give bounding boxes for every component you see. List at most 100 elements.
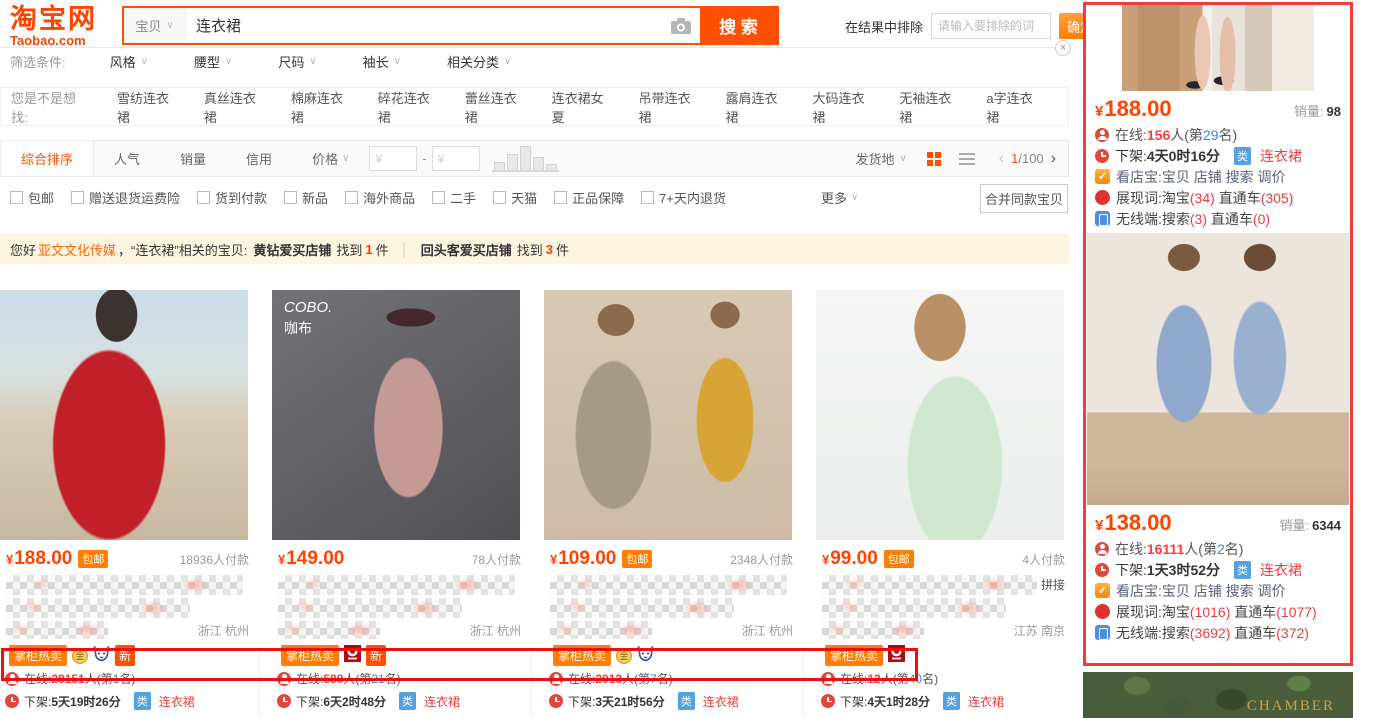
category-link[interactable]: 连衣裙: [424, 693, 460, 710]
category-link[interactable]: 连衣裙: [703, 693, 739, 710]
suggestion-link[interactable]: 真丝连衣裙: [204, 88, 263, 126]
free-shipping-badge: 包邮: [884, 550, 914, 568]
currency-symbol: ¥: [1095, 517, 1103, 534]
shop-name-link[interactable]: 亚文文化传媒: [38, 240, 116, 259]
filter-size[interactable]: 尺码∨: [278, 52, 316, 71]
sort-credit[interactable]: 信用: [226, 141, 292, 176]
checkbox[interactable]: [432, 191, 445, 204]
category-link[interactable]: 连衣裙: [1260, 560, 1302, 580]
search-button[interactable]: 搜 索: [700, 8, 777, 43]
price-range-dash: -: [422, 151, 426, 166]
close-icon[interactable]: ×: [1055, 40, 1071, 56]
censored-title: [278, 598, 462, 618]
suggestion-link[interactable]: a字连衣裙: [986, 88, 1040, 126]
checkbox[interactable]: [10, 191, 23, 204]
option-free-shipping[interactable]: 包邮: [10, 188, 54, 207]
sort-price[interactable]: 价格∨: [292, 141, 369, 176]
checkbox[interactable]: [554, 191, 567, 204]
search-input[interactable]: [186, 8, 662, 43]
checkbox[interactable]: [197, 191, 210, 204]
suggestion-link[interactable]: 雪纺连衣裙: [117, 88, 176, 126]
suggestion-link[interactable]: 无袖连衣裙: [899, 88, 958, 126]
suggestion-link[interactable]: 碎花连衣裙: [378, 88, 437, 126]
suggestion-row: 您是不是想找: 雪纺连衣裙 真丝连衣裙 棉麻连衣裙 碎花连衣裙 蕾丝连衣裙 连衣…: [0, 87, 1069, 126]
checkbox[interactable]: [284, 191, 297, 204]
option-new[interactable]: 新品: [284, 188, 328, 207]
checkbox[interactable]: [641, 191, 654, 204]
suggestion-link[interactable]: 露肩连衣裙: [726, 88, 785, 126]
censored-title: [822, 598, 1006, 618]
taobao-logo[interactable]: 淘宝网 Taobao.com: [10, 5, 120, 48]
notice-mid: ，“连衣裙”相关的宝贝:: [118, 240, 247, 259]
chevron-down-icon: ∨: [899, 153, 906, 164]
suggestion-link[interactable]: 蕾丝连衣裙: [465, 88, 524, 126]
category-link[interactable]: 连衣裙: [159, 693, 195, 710]
filter-sleeve[interactable]: 袖长∨: [363, 52, 401, 71]
hot-sale-badge[interactable]: 掌柜热卖: [825, 645, 883, 666]
vip-shop-label[interactable]: 黄钻爱买店铺: [253, 240, 331, 259]
option-return-insurance[interactable]: 赠送退货运费险: [71, 188, 180, 207]
mobile-icon: [1095, 211, 1110, 226]
chevron-down-icon: ∨: [225, 56, 232, 67]
category-link[interactable]: 连衣裙: [968, 693, 1004, 710]
next-page-icon[interactable]: ›: [1051, 150, 1056, 168]
suggestion-link[interactable]: 连衣裙女夏: [552, 88, 611, 126]
option-secondhand[interactable]: 二手: [432, 188, 476, 207]
product-image[interactable]: COBO.咖布: [272, 290, 520, 540]
checkbox[interactable]: [493, 191, 506, 204]
offshelf-row: 下架:4天0时16分 类 连衣裙: [1086, 145, 1350, 166]
option-cod[interactable]: 货到付款: [197, 188, 267, 207]
hot-sale-badge[interactable]: 掌柜热卖: [281, 645, 339, 666]
sort-popularity[interactable]: 人气: [94, 141, 160, 176]
option-authentic[interactable]: 正品保障: [554, 188, 624, 207]
merge-same-items-button[interactable]: 合并同款宝贝: [980, 184, 1068, 213]
notice-unit2: 件: [556, 240, 569, 259]
new-badge: 新: [366, 645, 386, 666]
online-count: 2013: [595, 672, 622, 686]
kandianbao-links[interactable]: 看店宝:宝贝 店铺 搜索 调价: [1116, 167, 1286, 187]
suggestion-link[interactable]: 吊带连衣裙: [639, 88, 698, 126]
price-min-input[interactable]: ¥: [369, 146, 417, 171]
price-max-input[interactable]: ¥: [432, 146, 480, 171]
censored-title: [6, 598, 190, 618]
buyer-count: 2348人付款: [730, 551, 793, 568]
product-image[interactable]: [544, 290, 792, 540]
kandianbao-links[interactable]: 看店宝:宝贝 店铺 搜索 调价: [1116, 581, 1286, 601]
list-view-icon[interactable]: [959, 153, 975, 155]
sidebar-product-image[interactable]: [1087, 233, 1349, 505]
filter-related-category[interactable]: 相关分类∨: [447, 52, 511, 71]
filter-style[interactable]: 风格∨: [110, 52, 148, 71]
suggestion-link[interactable]: 大码连衣裙: [812, 88, 871, 126]
sidebar-product-image[interactable]: [1122, 5, 1314, 91]
product-image[interactable]: [0, 290, 248, 540]
hot-sale-badge[interactable]: 掌柜热卖: [9, 645, 67, 666]
exclude-input[interactable]: [931, 13, 1051, 39]
censored-seller: [822, 621, 924, 639]
camera-search-icon[interactable]: [662, 8, 700, 43]
checkbox[interactable]: [345, 191, 358, 204]
checkbox[interactable]: [71, 191, 84, 204]
notice-separator: │: [401, 242, 409, 257]
wireless-count: (0): [1253, 211, 1270, 227]
exclude-group: 在结果中排除 确定: [845, 13, 1101, 39]
suggestion-link[interactable]: 棉麻连衣裙: [291, 88, 350, 126]
grid-view-icon[interactable]: [927, 152, 941, 166]
sort-composite[interactable]: 综合排序: [1, 141, 94, 176]
product-image[interactable]: [816, 290, 1064, 540]
hot-sale-badge[interactable]: 掌柜热卖: [553, 645, 611, 666]
option-tmall[interactable]: 天猫: [493, 188, 537, 207]
notice-greet: 您好: [10, 240, 36, 259]
sort-sales[interactable]: 销量: [160, 141, 226, 176]
search-category-dropdown[interactable]: 宝贝 ∨: [124, 8, 186, 43]
filter-waist[interactable]: 腰型∨: [194, 52, 232, 71]
option-overseas[interactable]: 海外商品: [345, 188, 415, 207]
clock-icon: [1095, 149, 1109, 163]
sidebar-price: 188.00: [1104, 96, 1171, 122]
category-link[interactable]: 连衣裙: [1260, 146, 1302, 166]
option-7day-return[interactable]: 7+天内退货: [641, 188, 726, 207]
prev-page-icon[interactable]: ‹: [999, 150, 1004, 168]
more-options[interactable]: 更多∨: [821, 188, 858, 207]
repeat-shop-label[interactable]: 回头客爱买店铺: [421, 240, 512, 259]
shipping-location-dropdown[interactable]: 发货地∨: [855, 149, 906, 168]
next-product-image[interactable]: CHAMBER: [1083, 672, 1353, 718]
